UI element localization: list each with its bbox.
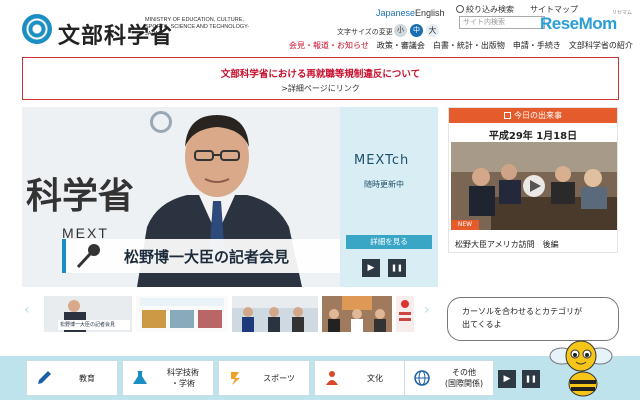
font-size-medium-button[interactable]: 中 [410, 24, 423, 37]
category-culture-label: 文化 [367, 373, 383, 383]
filter-search-label: 絞り込み検索 [466, 5, 514, 14]
lang-english-link[interactable]: English [415, 8, 445, 18]
category-sports[interactable]: スポーツ [218, 360, 310, 396]
category-culture[interactable]: 文化 [314, 360, 406, 396]
notice-title[interactable]: 文部科学省における再就職等規制違反について [23, 66, 618, 80]
font-size-small-button[interactable]: 小 [394, 24, 407, 37]
pencil-icon [38, 371, 51, 384]
site-logo-english: MINISTRY OF EDUCATION, CULTURE, SPORTS, … [145, 17, 250, 37]
mext-channel-subtitle: 随時更新中 [364, 180, 404, 189]
today-photo [451, 142, 617, 230]
category-science[interactable]: 科学技術 ・学術 [122, 360, 214, 396]
category-other[interactable]: その他 (国際関係) [404, 360, 494, 396]
filter-search-link[interactable]: 絞り込み検索 [456, 4, 514, 15]
lang-japanese-link[interactable]: Japanese [376, 8, 415, 18]
notice-detail-link[interactable]: >詳細ページにリンク [23, 83, 618, 94]
resemom-watermark-logo: ReseMom [540, 14, 617, 33]
thumb-partial-photo [396, 296, 414, 332]
category-pause-button[interactable]: ❚❚ [522, 370, 540, 388]
today-date: 平成29年 1月18日 [488, 131, 578, 142]
hero-caption[interactable]: 松野博一大臣の記者会見 [62, 239, 340, 273]
hint-line-1: カーソルを合わせるとカテゴリが [462, 307, 582, 316]
mext-channel-panel: MEXTch 随時更新中 詳細を見る ▶ ❚❚ [340, 107, 438, 287]
bee-mascot-icon [549, 340, 613, 397]
category-education[interactable]: 教育 [26, 360, 118, 396]
nav-item-policy[interactable]: 政策・審議会 [373, 40, 429, 51]
carousel-prev-arrow[interactable]: ‹ [24, 300, 34, 320]
today-caption[interactable]: 松野大臣アメリカ訪問 後編 [455, 239, 559, 250]
nav-item-whitepaper[interactable]: 白書・統計・出版物 [429, 40, 509, 51]
category-sports-label: スポーツ [263, 373, 295, 383]
site-search-input[interactable]: サイト内検索 [459, 16, 545, 29]
search-icon [456, 5, 464, 13]
carousel-thumb-ceremony[interactable] [232, 296, 318, 332]
runner-icon [231, 372, 240, 385]
detail-button[interactable]: 詳細を見る [346, 235, 432, 249]
carousel-next-arrow[interactable]: › [424, 300, 434, 320]
culture-icon [326, 371, 338, 385]
thumb-press-label: 松野博一大臣の記者会見 [60, 322, 116, 328]
resemom-watermark-sub: リセマム [612, 10, 633, 16]
microphone-icon [76, 244, 100, 269]
carousel-thumb-partial[interactable] [396, 296, 414, 332]
category-play-button[interactable]: ▶ [498, 370, 516, 388]
font-size-label: 文字サイズの変更 [337, 28, 393, 36]
nav-item-application[interactable]: 申請・手続き [509, 40, 565, 51]
calendar-icon [504, 112, 511, 119]
globe-icon [414, 370, 430, 386]
global-nav: 会見・報道・お知らせ 政策・審議会 白書・統計・出版物 申請・手続き 文部科学省… [285, 40, 637, 51]
carousel-thumb-press[interactable]: 松野博一大臣の記者会見 [44, 296, 132, 332]
mext-channel-title: MEXTch [354, 153, 410, 168]
thumb-ceremony-photo [232, 296, 318, 332]
today-heading-label: 今日の出来事 [514, 111, 562, 120]
flask-icon [133, 371, 147, 384]
mext-logo-icon[interactable] [22, 14, 52, 44]
carousel-thumb-event[interactable] [136, 296, 228, 332]
category-education-label: 教育 [79, 373, 95, 383]
hint-text: カーソルを合わせるとカテゴリが 出てくるよ [462, 305, 582, 331]
new-badge: NEW [451, 220, 479, 230]
category-science-label: 科学技術 ・学術 [167, 368, 199, 388]
notice-box: 文部科学省における再就職等規制違反について >詳細ページにリンク [22, 57, 619, 100]
thumb-event-photo [136, 296, 228, 332]
nav-item-about[interactable]: 文部科学省の紹介 [565, 40, 637, 51]
thumb-group-photo [322, 296, 392, 332]
hint-line-2: 出てくるよ [462, 320, 502, 329]
category-bar: 教育 科学技術 ・学術 スポーツ 文化 その他 (国際関係) ▶ ❚❚ [0, 356, 640, 400]
carousel-thumb-group[interactable] [322, 296, 392, 332]
today-event-panel[interactable]: 今日の出来事 平成29年 1月18日 NEW 松野大臣アメリカ訪問 後編 [448, 107, 618, 253]
pause-button[interactable]: ❚❚ [388, 259, 406, 277]
today-heading: 今日の出来事 [449, 108, 617, 123]
category-other-label: その他 (国際関係) [444, 368, 484, 388]
font-size-large-button[interactable]: 大 [426, 24, 439, 37]
nav-item-press[interactable]: 会見・報道・お知らせ [285, 40, 373, 51]
hero-caption-text: 松野博一大臣の記者会見 [124, 248, 290, 266]
hero-banner[interactable]: 科学省 MEXT 松野博一大臣の記者会見 [22, 107, 340, 287]
play-button[interactable]: ▶ [362, 259, 380, 277]
